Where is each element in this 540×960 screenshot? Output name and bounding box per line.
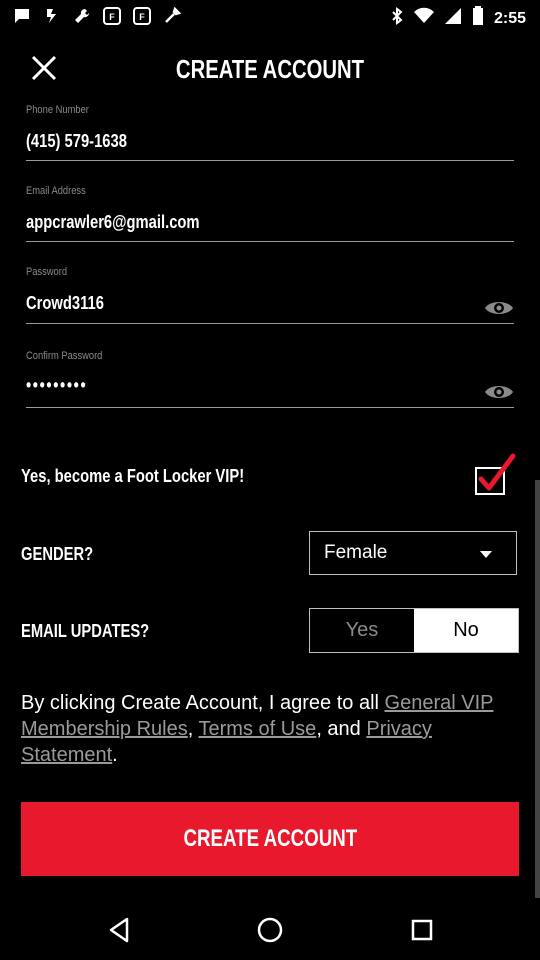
svg-text:F: F bbox=[109, 12, 115, 22]
phone-field[interactable]: Phone Number (415) 579-1638 bbox=[26, 104, 514, 161]
confirm-password-label: Confirm Password bbox=[26, 350, 103, 362]
agreement-sep1: , bbox=[187, 718, 199, 740]
password-underline bbox=[26, 323, 514, 324]
chevron-down-icon bbox=[480, 551, 492, 558]
create-account-button[interactable]: CREATE ACCOUNT bbox=[21, 802, 519, 876]
footlocker-icon: F bbox=[132, 6, 152, 26]
eye-icon[interactable] bbox=[484, 382, 514, 402]
email-updates-yes[interactable]: Yes bbox=[310, 609, 414, 652]
wrench-icon bbox=[72, 6, 92, 26]
header: CREATE ACCOUNT bbox=[0, 42, 540, 94]
gender-label: GENDER? bbox=[21, 544, 94, 564]
recents-icon[interactable] bbox=[408, 916, 436, 944]
email-updates-toggle[interactable]: Yes No bbox=[309, 608, 519, 653]
phone-value[interactable]: (415) 579-1638 bbox=[26, 131, 426, 152]
gender-dropdown[interactable]: Female bbox=[309, 531, 517, 575]
agreement-prefix: By clicking Create Account, I agree to a… bbox=[21, 692, 385, 714]
back-icon[interactable] bbox=[105, 916, 133, 944]
create-account-label: CREATE ACCOUNT bbox=[183, 825, 357, 852]
email-underline bbox=[26, 241, 514, 242]
vip-checkbox[interactable] bbox=[475, 453, 517, 497]
agreement-text: By clicking Create Account, I agree to a… bbox=[21, 690, 521, 768]
confirm-password-value[interactable]: ••••••••• bbox=[26, 375, 426, 396]
svg-text:F: F bbox=[139, 12, 145, 22]
notification-icons: F F bbox=[12, 6, 182, 26]
terms-link[interactable]: Terms of Use bbox=[199, 718, 317, 740]
home-icon[interactable] bbox=[256, 916, 284, 944]
navigation-bar bbox=[0, 898, 540, 960]
scrollbar[interactable] bbox=[535, 480, 540, 898]
email-field[interactable]: Email Address appcrawler6@gmail.com bbox=[26, 185, 514, 242]
email-value[interactable]: appcrawler6@gmail.com bbox=[26, 212, 426, 233]
agreement-sep2: , and bbox=[316, 718, 367, 740]
agreement-suffix: . bbox=[112, 744, 118, 766]
confirm-password-field[interactable]: Confirm Password ••••••••• bbox=[26, 350, 514, 408]
email-updates-label: EMAIL UPDATES? bbox=[21, 621, 150, 641]
password-label: Password bbox=[26, 266, 68, 278]
signal-icon bbox=[444, 7, 462, 30]
wifi-icon bbox=[413, 7, 434, 30]
email-label: Email Address bbox=[26, 185, 86, 197]
message-icon bbox=[12, 6, 32, 26]
close-button[interactable] bbox=[28, 52, 60, 84]
password-field[interactable]: Password Crowd3116 bbox=[26, 266, 514, 324]
system-indicators: 2:55 bbox=[390, 6, 526, 31]
gender-selected: Female bbox=[324, 542, 388, 563]
status-bar: F F 2:55 bbox=[0, 0, 540, 32]
confirm-password-underline bbox=[26, 407, 514, 408]
page-title: CREATE ACCOUNT bbox=[175, 54, 365, 84]
phone-label: Phone Number bbox=[26, 104, 89, 116]
tools-icon bbox=[162, 6, 182, 26]
phone-underline bbox=[26, 160, 514, 161]
email-updates-no[interactable]: No bbox=[414, 609, 518, 652]
flash-icon bbox=[42, 6, 62, 26]
password-value[interactable]: Crowd3116 bbox=[26, 293, 426, 314]
eye-icon[interactable] bbox=[484, 298, 514, 318]
close-icon bbox=[31, 55, 57, 81]
bluetooth-icon bbox=[390, 7, 404, 30]
vip-label: Yes, become a Foot Locker VIP! bbox=[21, 466, 245, 486]
footlocker-icon: F bbox=[102, 6, 122, 26]
status-time: 2:55 bbox=[493, 9, 526, 27]
battery-icon bbox=[472, 6, 484, 31]
